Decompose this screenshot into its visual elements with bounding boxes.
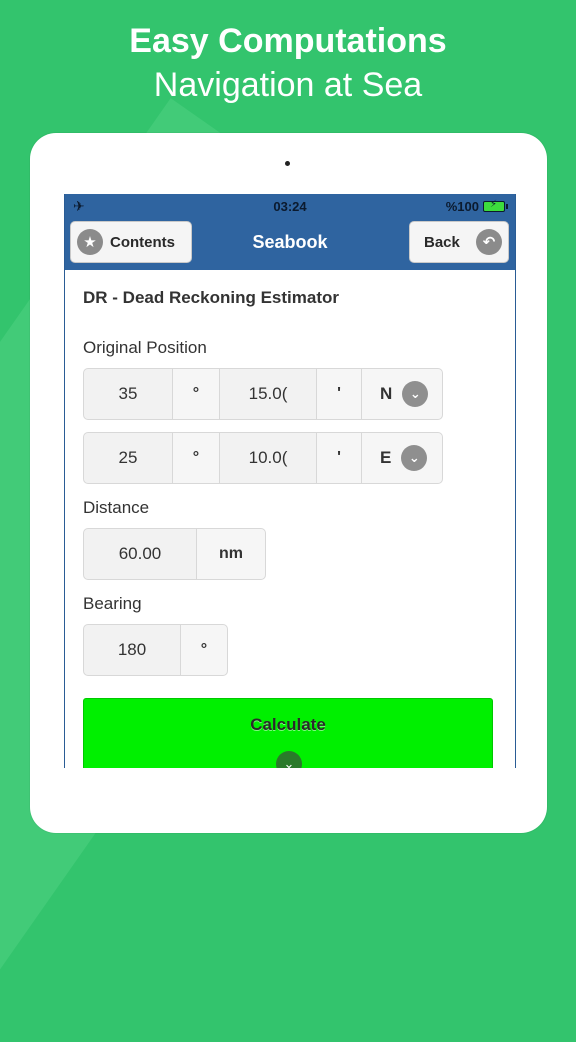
chevron-down-icon: ⌄	[276, 751, 302, 768]
longitude-row: 25 ° 10.0( ' E ⌄	[83, 432, 443, 484]
battery-status: %100 ⚡	[445, 199, 508, 214]
lat-degree-unit: °	[172, 368, 220, 420]
status-bar: ✈ 03:24 %100 ⚡	[65, 194, 515, 218]
calculate-button[interactable]: Calculate ⌄	[83, 698, 493, 768]
distance-unit: nm	[196, 528, 266, 580]
back-button[interactable]: Back ↶	[409, 221, 509, 263]
page-title: DR - Dead Reckoning Estimator	[83, 288, 339, 307]
lon-degree-unit: °	[172, 432, 220, 484]
promo-subtitle: Navigation at Sea	[153, 66, 423, 104]
lon-minutes-input[interactable]: 10.0(	[219, 432, 317, 484]
calculate-label: Calculate	[250, 715, 326, 734]
lat-minute-unit: '	[316, 368, 362, 420]
battery-percent: %100	[445, 199, 479, 214]
bearing-label: Bearing	[83, 594, 142, 613]
nav-bar: ★ Contents Seabook Back ↶	[65, 218, 515, 270]
back-label: Back	[424, 233, 460, 251]
lat-minutes-input[interactable]: 15.0(	[219, 368, 317, 420]
lon-degrees-input[interactable]: 25	[83, 432, 173, 484]
app-screen: ✈ 03:24 %100 ⚡ ★ Contents Seabook Back ↶…	[64, 194, 516, 768]
lat-hemisphere-value: N	[380, 384, 393, 403]
original-position-label: Original Position	[83, 338, 207, 357]
lat-hemisphere-select[interactable]: N ⌄	[361, 368, 443, 420]
undo-icon: ↶	[476, 229, 502, 255]
lat-degrees-input[interactable]: 35	[83, 368, 173, 420]
lon-hemisphere-select[interactable]: E ⌄	[361, 432, 443, 484]
battery-icon: ⚡	[483, 199, 508, 212]
distance-input[interactable]: 60.00	[83, 528, 197, 580]
distance-row: 60.00 nm	[83, 528, 266, 580]
promo-title: Easy Computations	[129, 22, 447, 60]
promo-headline: Easy Computations Navigation at Sea	[0, 20, 576, 108]
chevron-down-icon: ⌄	[402, 381, 429, 407]
latitude-row: 35 ° 15.0( ' N ⌄	[83, 368, 443, 420]
chevron-down-icon: ⌄	[401, 445, 428, 471]
bearing-row: 180 °	[83, 624, 228, 676]
camera-dot	[285, 161, 290, 166]
bearing-input[interactable]: 180	[83, 624, 181, 676]
lon-hemisphere-value: E	[380, 448, 392, 467]
lon-minute-unit: '	[316, 432, 362, 484]
bearing-unit: °	[180, 624, 228, 676]
distance-label: Distance	[83, 498, 150, 517]
